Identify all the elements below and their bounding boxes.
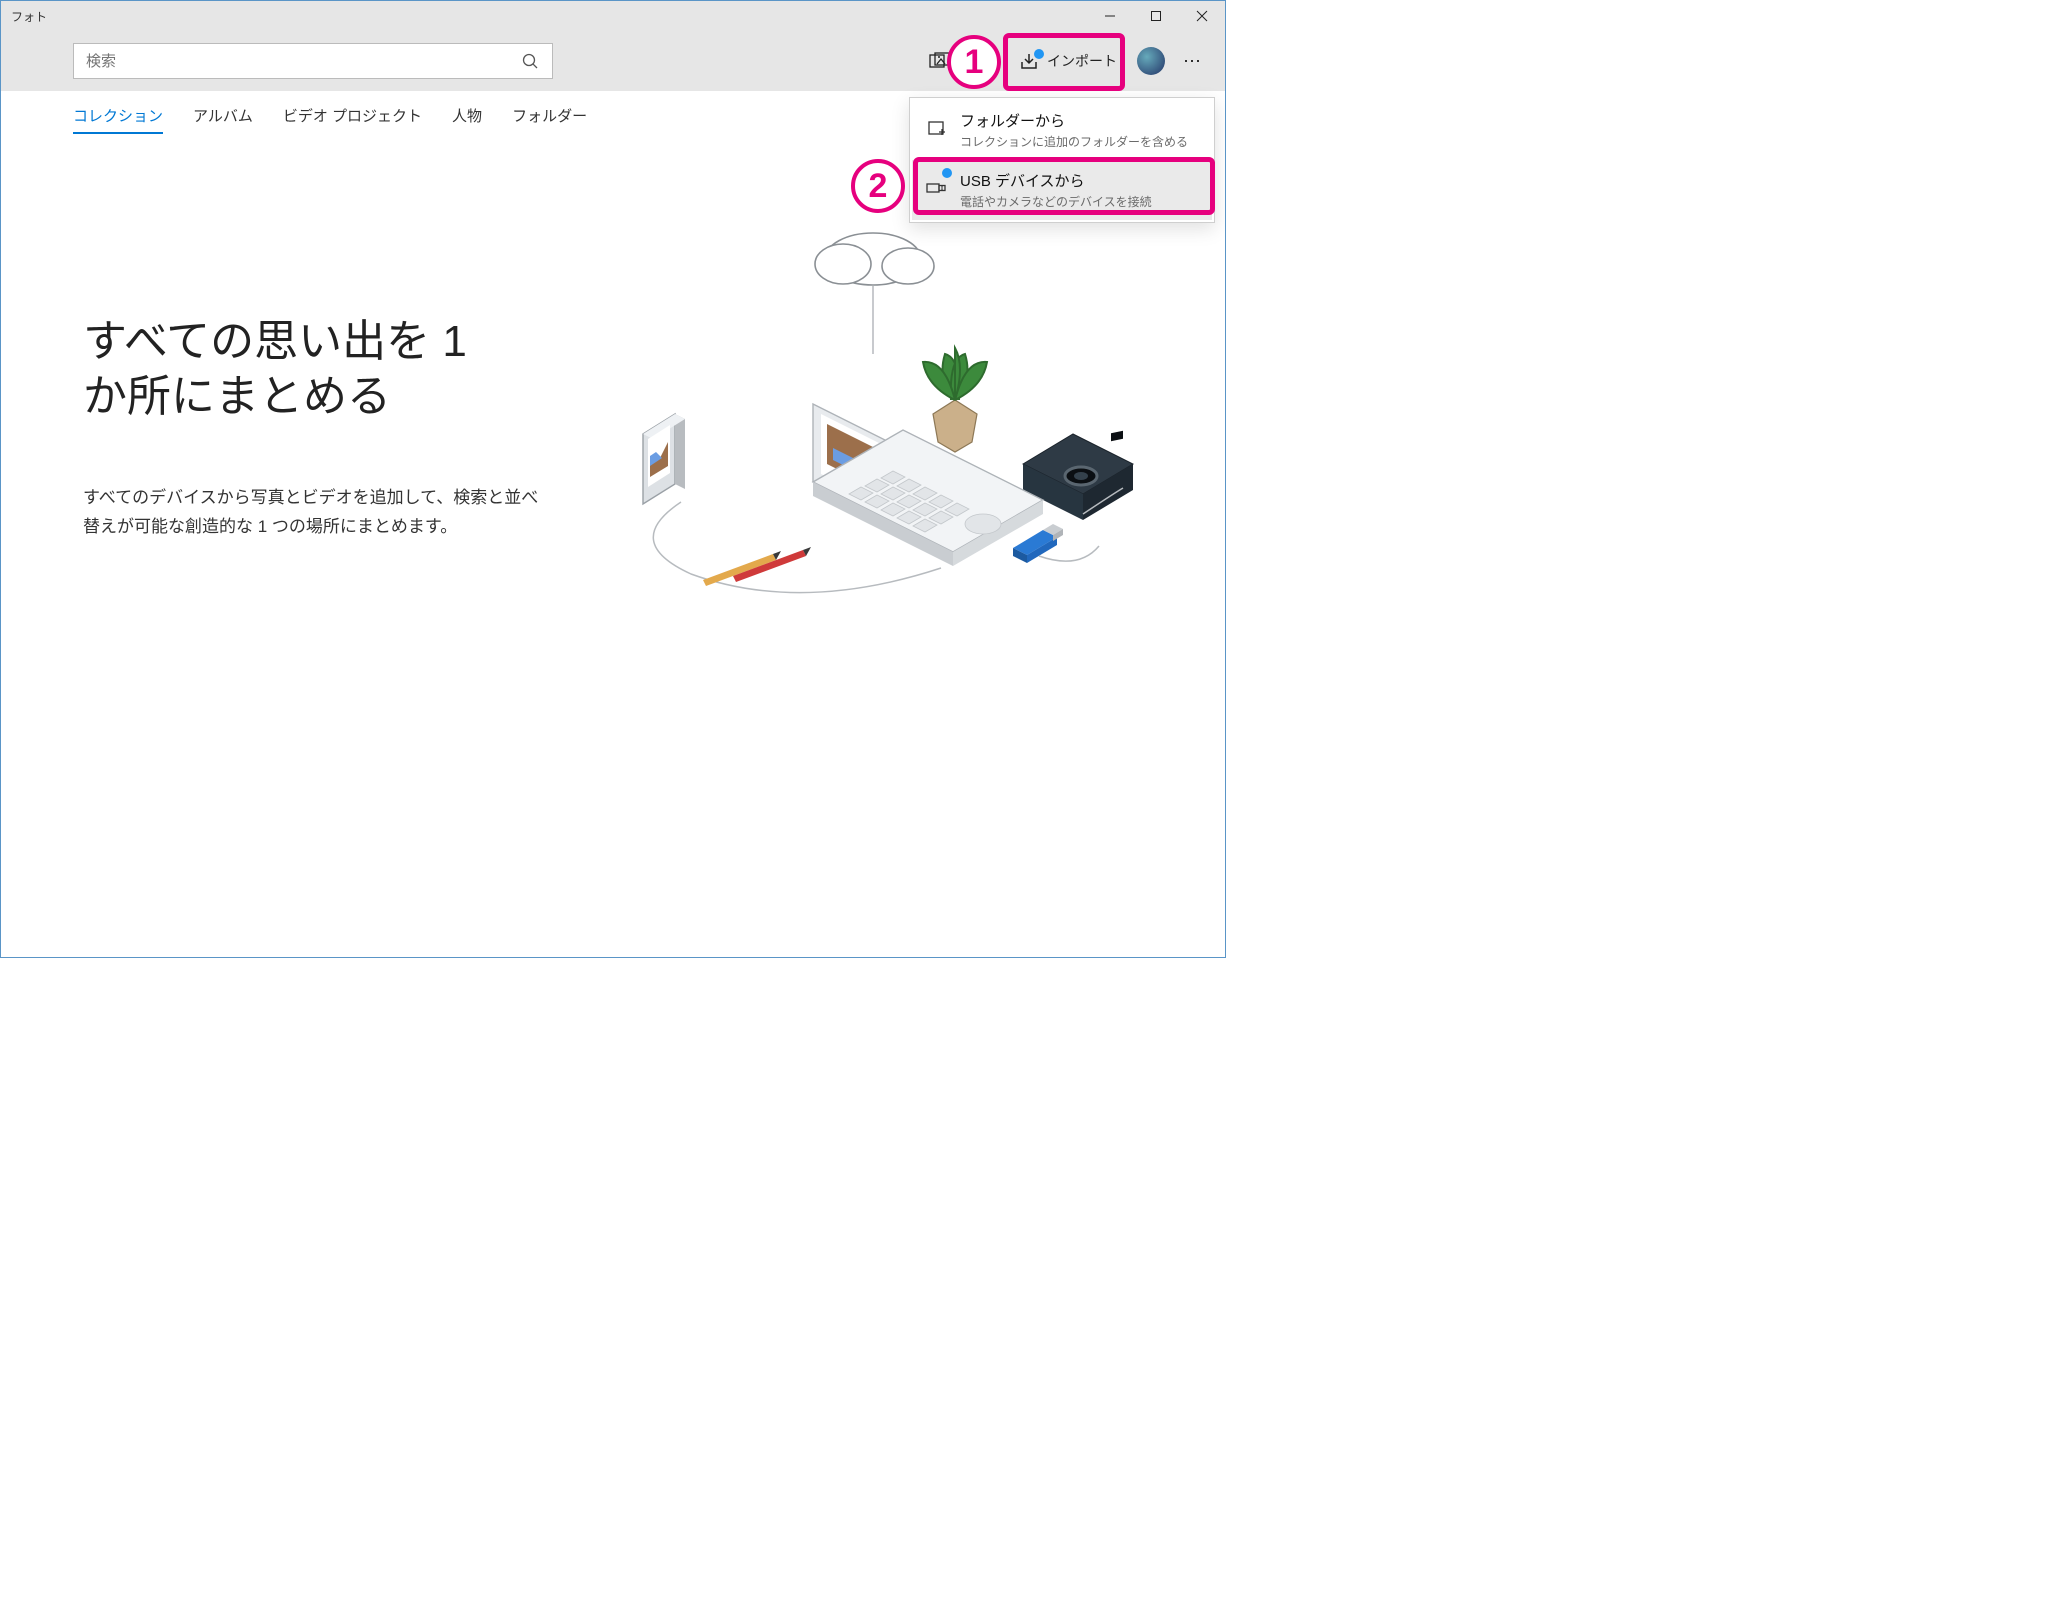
import-menu-item-folder-text: フォルダーから コレクションに追加のフォルダーを含める bbox=[960, 110, 1188, 150]
more-button[interactable]: ⋯ bbox=[1173, 51, 1213, 72]
import-button-label: インポート bbox=[1047, 51, 1117, 71]
import-menu-item-usb-subtitle: 電話やカメラなどのデバイスを接続 bbox=[960, 193, 1152, 210]
maximize-icon bbox=[1150, 10, 1162, 22]
app-window: フォト bbox=[0, 0, 1226, 958]
minimize-icon bbox=[1104, 10, 1116, 22]
hero-section: すべての思い出を 1 か所にまとめる すべてのデバイスから写真とビデオを追加して… bbox=[1, 134, 1225, 734]
annotation-badge-2-label: 2 bbox=[869, 167, 888, 206]
tab-collection[interactable]: コレクション bbox=[73, 105, 163, 134]
hero-description: すべてのデバイスから写真とビデオを追加して、検索と並べ替えが可能な創造的な 1 … bbox=[83, 484, 543, 542]
window-controls bbox=[1087, 1, 1225, 31]
user-avatar[interactable] bbox=[1137, 47, 1165, 75]
hero-illustration-svg bbox=[583, 204, 1143, 624]
hero-illustration bbox=[573, 204, 1153, 624]
tab-album[interactable]: アルバム bbox=[193, 105, 253, 134]
folder-add-icon bbox=[926, 110, 948, 144]
import-menu: フォルダーから コレクションに追加のフォルダーを含める USB デバイスから 電… bbox=[909, 97, 1215, 223]
close-button[interactable] bbox=[1179, 1, 1225, 31]
usb-badge-icon bbox=[942, 168, 952, 178]
hero-title-line2: か所にまとめる bbox=[83, 372, 391, 421]
annotation-badge-1-label: 1 bbox=[965, 43, 984, 82]
hero-title-line1: すべての思い出を 1 bbox=[83, 317, 467, 366]
tab-folder[interactable]: フォルダー bbox=[512, 105, 587, 134]
tab-video-project[interactable]: ビデオ プロジェクト bbox=[283, 105, 422, 134]
toolbar: 作成 インポート ⋯ bbox=[1, 31, 1225, 91]
hero-title: すべての思い出を 1 か所にまとめる bbox=[83, 314, 563, 424]
import-menu-item-usb-text: USB デバイスから 電話やカメラなどのデバイスを接続 bbox=[960, 170, 1152, 210]
search-submit-button[interactable] bbox=[514, 47, 546, 75]
close-icon bbox=[1196, 10, 1208, 22]
import-menu-item-usb-title: USB デバイスから bbox=[960, 170, 1152, 191]
search-icon bbox=[521, 52, 539, 70]
import-menu-item-folder-title: フォルダーから bbox=[960, 110, 1188, 131]
import-menu-item-usb[interactable]: USB デバイスから 電話やカメラなどのデバイスを接続 bbox=[912, 160, 1212, 220]
more-icon: ⋯ bbox=[1183, 51, 1203, 71]
maximize-button[interactable] bbox=[1133, 1, 1179, 31]
import-button[interactable]: インポート bbox=[1007, 40, 1129, 82]
titlebar: フォト bbox=[1, 1, 1225, 31]
search-box[interactable] bbox=[73, 43, 553, 79]
hero-text: すべての思い出を 1 か所にまとめる すべてのデバイスから写真とビデオを追加して… bbox=[83, 314, 563, 542]
import-menu-item-folder-subtitle: コレクションに追加のフォルダーを含める bbox=[960, 133, 1188, 150]
minimize-button[interactable] bbox=[1087, 1, 1133, 31]
annotation-badge-1: 1 bbox=[947, 35, 1001, 89]
annotation-badge-2: 2 bbox=[851, 159, 905, 213]
import-menu-item-folder[interactable]: フォルダーから コレクションに追加のフォルダーを含める bbox=[912, 100, 1212, 160]
tab-people[interactable]: 人物 bbox=[452, 105, 482, 134]
usb-icon bbox=[926, 170, 948, 204]
search-input[interactable] bbox=[84, 52, 508, 71]
app-title: フォト bbox=[11, 8, 47, 25]
import-badge-icon bbox=[1034, 49, 1044, 59]
